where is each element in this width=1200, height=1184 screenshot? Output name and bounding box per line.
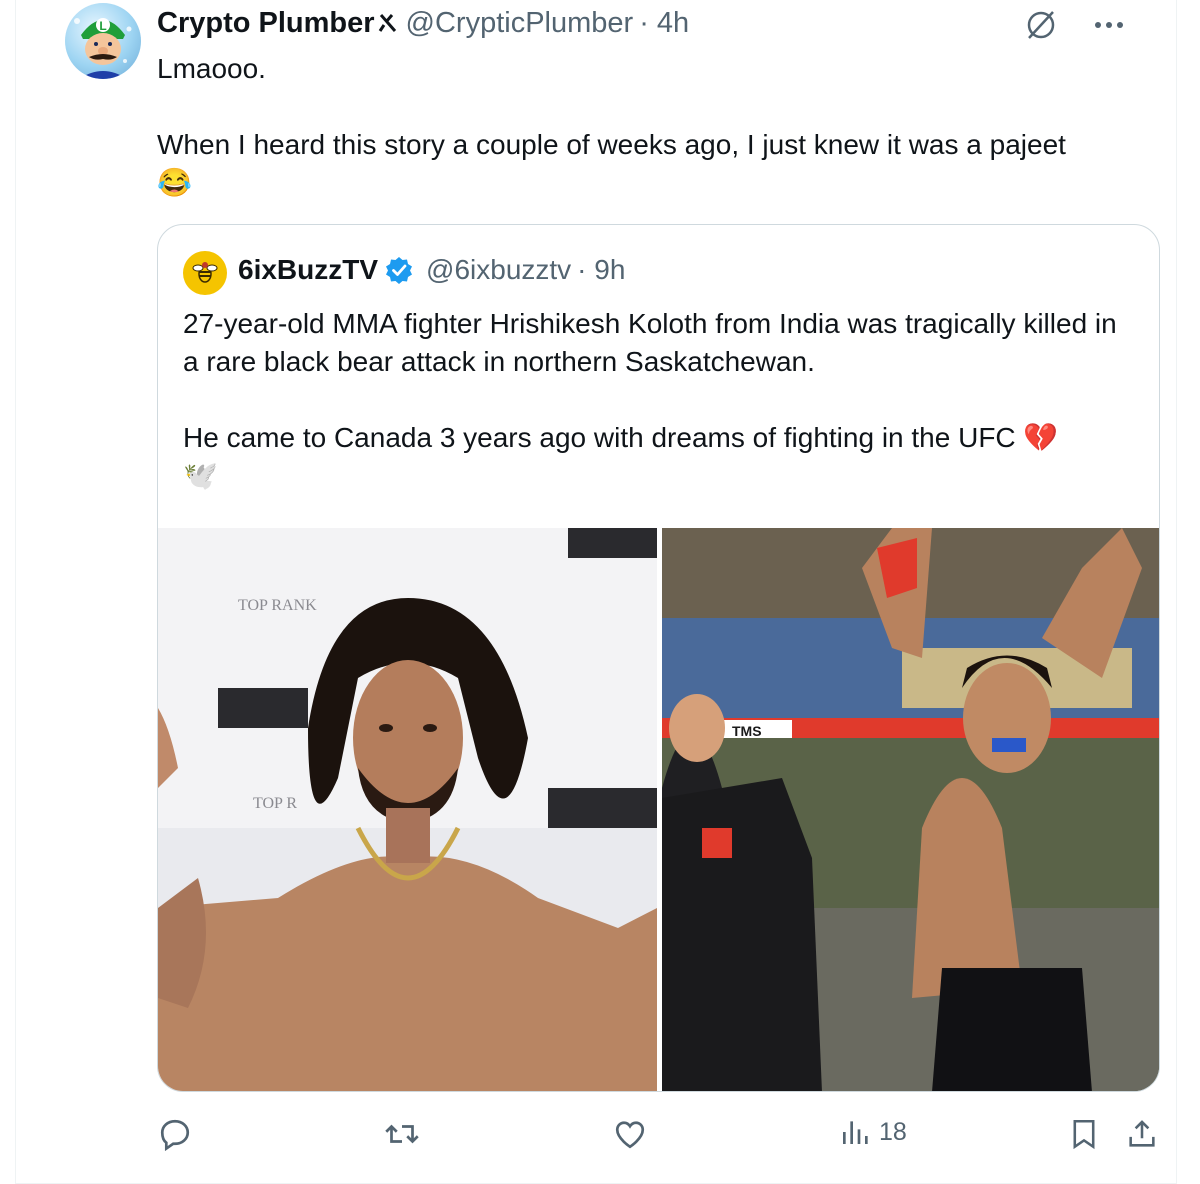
grok-actions-icon[interactable] [1024, 8, 1058, 42]
views-count: 18 [879, 1117, 907, 1146]
quoted-author-name[interactable]: 6ixBuzzTV [238, 254, 378, 286]
tweet-timestamp[interactable]: · 4h [639, 7, 689, 40]
retweet-button[interactable] [382, 1116, 422, 1152]
tweet-header: Crypto Plumber @CrypticPlumber · 4h [157, 4, 689, 42]
dove-emoji: 🕊️ [183, 460, 218, 491]
author-handle[interactable]: @CrypticPlumber [406, 7, 634, 40]
grok-icon [378, 14, 396, 32]
svg-text:TOP R: TOP R [253, 795, 297, 812]
share-button[interactable] [1125, 1116, 1159, 1152]
quoted-text: 27-year-old MMA fighter Hrishikesh Kolot… [183, 305, 1138, 495]
banner-text-top-rank: TOP RANK [238, 597, 317, 614]
quoted-timestamp[interactable]: · 9h [577, 254, 625, 286]
tweet-text-line1: Lmaooo. [157, 53, 266, 84]
bookmark-icon [1073, 1119, 1095, 1150]
bookmark-button[interactable] [1067, 1116, 1101, 1152]
bee-logo-icon [192, 262, 218, 283]
verified-badge-icon [384, 255, 414, 285]
avatar-luigi-icon: L [74, 18, 132, 79]
tweet[interactable]: L Crypto Plumber @CrypticPlumber · 4h Lm… [15, 0, 1177, 1184]
tweet-top-icons [1024, 8, 1124, 42]
quoted-avatar[interactable] [183, 251, 227, 295]
svg-text:L: L [99, 19, 106, 33]
like-button[interactable] [612, 1116, 648, 1152]
author-name[interactable]: Crypto Plumber [157, 7, 375, 40]
views-icon [843, 1121, 868, 1144]
banner-text-tms: TMS [732, 723, 762, 739]
views-button[interactable]: 18 [839, 1116, 907, 1148]
quoted-paragraph-2: He came to Canada 3 years ago with dream… [183, 422, 1059, 453]
more-options-icon[interactable] [1094, 20, 1124, 30]
share-icon [1129, 1120, 1155, 1147]
reply-button[interactable] [157, 1116, 193, 1152]
tweet-actions: 18 [157, 1116, 1161, 1156]
tweet-text: Lmaooo. When I heard this story a couple… [157, 50, 1167, 202]
quoted-media: TOP RANK TOP R TMS [158, 528, 1159, 1091]
photo-fighter-victory[interactable]: TMS [661, 528, 1159, 1091]
photo-fighter-portrait[interactable]: TOP RANK TOP R [158, 528, 658, 1091]
quoted-handle[interactable]: @6ixbuzztv [426, 254, 571, 286]
quoted-tweet[interactable]: 6ixBuzzTV @6ixbuzztv · 9h 27-year-old MM… [157, 224, 1160, 1092]
retweet-icon [385, 1124, 419, 1144]
heart-icon [615, 1121, 645, 1149]
quoted-paragraph-1: 27-year-old MMA fighter Hrishikesh Kolot… [183, 308, 1117, 377]
tweet-text-line2: When I heard this story a couple of week… [157, 129, 1066, 160]
avatar[interactable]: L [65, 3, 141, 79]
quoted-header: 6ixBuzzTV @6ixbuzztv · 9h [238, 254, 625, 286]
laughing-emoji: 😂 [157, 167, 192, 198]
reply-icon [160, 1119, 190, 1152]
